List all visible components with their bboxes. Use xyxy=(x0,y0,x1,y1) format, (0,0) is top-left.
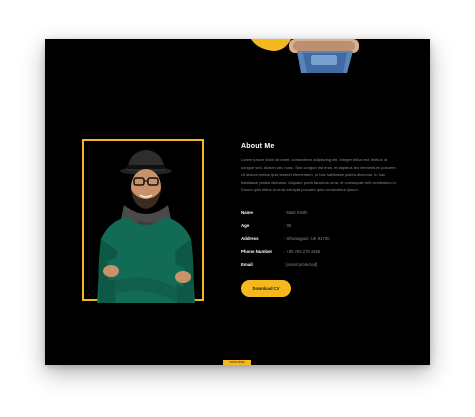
info-label: Email xyxy=(241,262,253,267)
personal-info-list: Name : Mark Smith Age : 30 Address : Shi… xyxy=(241,210,401,275)
info-row-name: Name : Mark Smith xyxy=(241,210,401,223)
info-value: : Shivangpuri, UK 91730 xyxy=(284,236,330,241)
about-title: About Me xyxy=(241,143,275,150)
about-content: About Me Lorem ipsum dolor sit amet, con… xyxy=(241,143,401,194)
info-value: : +00 753 270 4466 xyxy=(284,249,321,254)
info-row-phone: Phone Number : +00 753 270 4466 xyxy=(241,249,401,262)
info-row-age: Age : 30 xyxy=(241,223,401,236)
show-more-tab[interactable]: SHOW MORE xyxy=(223,360,251,365)
info-label: Address xyxy=(241,236,259,241)
info-value: : 30 xyxy=(284,223,291,228)
info-label: Age xyxy=(241,223,250,228)
info-value: : Mark Smith xyxy=(284,210,308,215)
info-row-email: Email : [email protected] xyxy=(241,262,401,275)
info-row-address: Address : Shivangpuri, UK 91730 xyxy=(241,236,401,249)
info-value[interactable]: : [email protected] xyxy=(284,262,317,267)
info-label: Phone Number xyxy=(241,249,273,254)
download-cv-button[interactable]: Download CV xyxy=(241,280,291,297)
portrait-image xyxy=(97,150,195,303)
about-section-card: About Me Lorem ipsum dolor sit amet, con… xyxy=(45,39,430,365)
info-label: Name xyxy=(241,210,253,215)
about-paragraph: Lorem ipsum dolor sit amet, consectetur … xyxy=(241,157,397,192)
banner-image-crossed-arms xyxy=(251,39,359,73)
